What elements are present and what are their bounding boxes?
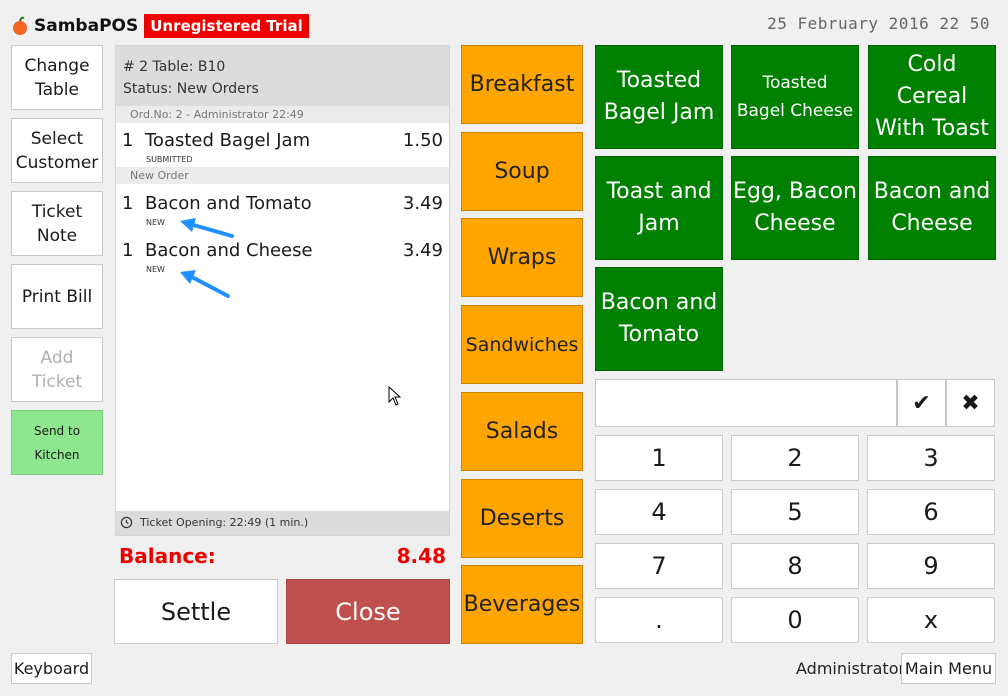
- ticket-title: # 2 Table: B10: [123, 59, 226, 75]
- add-ticket-button[interactable]: Add Ticket: [11, 337, 103, 402]
- product-bacon-and-tomato[interactable]: Bacon and Tomato: [595, 267, 723, 371]
- ticket-line-item[interactable]: 1 Toasted Bagel Jam 1.50 SUBMITTED: [116, 126, 449, 168]
- item-price: 3.49: [402, 240, 443, 261]
- close-button[interactable]: Close: [286, 579, 450, 644]
- app-logo: SambaPOS Unregistered Trial: [10, 12, 309, 40]
- main-menu-button[interactable]: Main Menu: [901, 653, 996, 684]
- item-price: 1.50: [402, 130, 443, 151]
- order-group-header: Ord.No: 2 - Administrator 22:49: [116, 106, 449, 123]
- item-price: 3.49: [402, 193, 443, 214]
- mouse-cursor-icon: [388, 386, 402, 406]
- numpad-key-6[interactable]: 6: [867, 489, 995, 535]
- numpad-input[interactable]: [595, 379, 897, 427]
- category-soup[interactable]: Soup: [461, 132, 583, 211]
- print-bill-button[interactable]: Print Bill: [11, 264, 103, 329]
- item-quantity: 1: [122, 130, 134, 151]
- numpad-ok-button[interactable]: ✔: [897, 379, 946, 427]
- product-toasted-bagel-jam[interactable]: Toasted Bagel Jam: [595, 45, 723, 149]
- datetime-display: 25 February 2016 22 50: [767, 14, 990, 33]
- numpad-key-2[interactable]: 2: [731, 435, 859, 481]
- numpad-key-4[interactable]: 4: [595, 489, 723, 535]
- balance-value: 8.48: [396, 544, 446, 568]
- item-state: NEW: [146, 265, 165, 274]
- item-state: SUBMITTED: [146, 155, 193, 164]
- annotation-arrow-icon: [180, 218, 234, 298]
- numpad-key-7[interactable]: 7: [595, 543, 723, 589]
- numpad-key-decimal[interactable]: .: [595, 597, 723, 643]
- ticket-note-button[interactable]: Ticket Note: [11, 191, 103, 256]
- select-customer-button[interactable]: Select Customer: [11, 118, 103, 183]
- ticket-panel: # 2 Table: B10 Status: New Orders Ord.No…: [115, 45, 450, 536]
- ticket-line-item[interactable]: 1 Bacon and Cheese 3.49 NEW: [116, 236, 449, 280]
- ticket-opening-info: Ticket Opening: 22:49 (1 min.): [140, 516, 309, 529]
- ticket-footer: Ticket Opening: 22:49 (1 min.): [116, 511, 449, 535]
- settle-button[interactable]: Settle: [114, 579, 278, 644]
- balance-label: Balance:: [119, 544, 216, 568]
- product-egg-bacon-cheese[interactable]: Egg, Bacon Cheese: [731, 156, 859, 260]
- item-state: NEW: [146, 218, 165, 227]
- change-table-button[interactable]: Change Table: [11, 45, 103, 110]
- category-wraps[interactable]: Wraps: [461, 218, 583, 297]
- clock-icon: [120, 516, 133, 529]
- ticket-line-item[interactable]: 1 Bacon and Tomato 3.49 NEW: [116, 189, 449, 233]
- category-breakfast[interactable]: Breakfast: [461, 45, 583, 124]
- category-beverages[interactable]: Beverages: [461, 565, 583, 644]
- checkmark-icon: ✔: [912, 390, 931, 416]
- send-to-kitchen-button[interactable]: Send to Kitchen: [11, 410, 103, 475]
- app-name: SambaPOS: [34, 16, 139, 36]
- trial-badge: Unregistered Trial: [144, 14, 309, 38]
- item-quantity: 1: [122, 193, 134, 214]
- ticket-header: # 2 Table: B10 Status: New Orders: [116, 46, 449, 106]
- category-salads[interactable]: Salads: [461, 392, 583, 471]
- numpad-key-0[interactable]: 0: [731, 597, 859, 643]
- item-quantity: 1: [122, 240, 134, 261]
- numpad-clear-button[interactable]: ✖: [946, 379, 995, 427]
- close-icon: ✖: [961, 390, 980, 416]
- product-cold-cereal-with-toast[interactable]: Cold Cereal With Toast: [868, 45, 996, 149]
- category-deserts[interactable]: Deserts: [461, 479, 583, 558]
- product-bacon-and-cheese[interactable]: Bacon and Cheese: [868, 156, 996, 260]
- product-toasted-bagel-cheese[interactable]: Toasted Bagel Cheese: [731, 45, 859, 149]
- order-group-header: New Order: [116, 167, 449, 184]
- keyboard-button[interactable]: Keyboard: [11, 653, 92, 684]
- numpad-key-1[interactable]: 1: [595, 435, 723, 481]
- ticket-status: Status: New Orders: [123, 81, 259, 97]
- numpad-key-9[interactable]: 9: [867, 543, 995, 589]
- numpad-key-multiply[interactable]: x: [867, 597, 995, 643]
- numpad-key-5[interactable]: 5: [731, 489, 859, 535]
- item-name: Bacon and Tomato: [145, 193, 312, 214]
- product-toast-and-jam[interactable]: Toast and Jam: [595, 156, 723, 260]
- numpad-key-3[interactable]: 3: [867, 435, 995, 481]
- numpad-key-8[interactable]: 8: [731, 543, 859, 589]
- apple-logo-icon: [13, 16, 27, 35]
- item-name: Toasted Bagel Jam: [145, 130, 311, 151]
- current-user: Administrator: [796, 659, 906, 678]
- category-sandwiches[interactable]: Sandwiches: [461, 305, 583, 384]
